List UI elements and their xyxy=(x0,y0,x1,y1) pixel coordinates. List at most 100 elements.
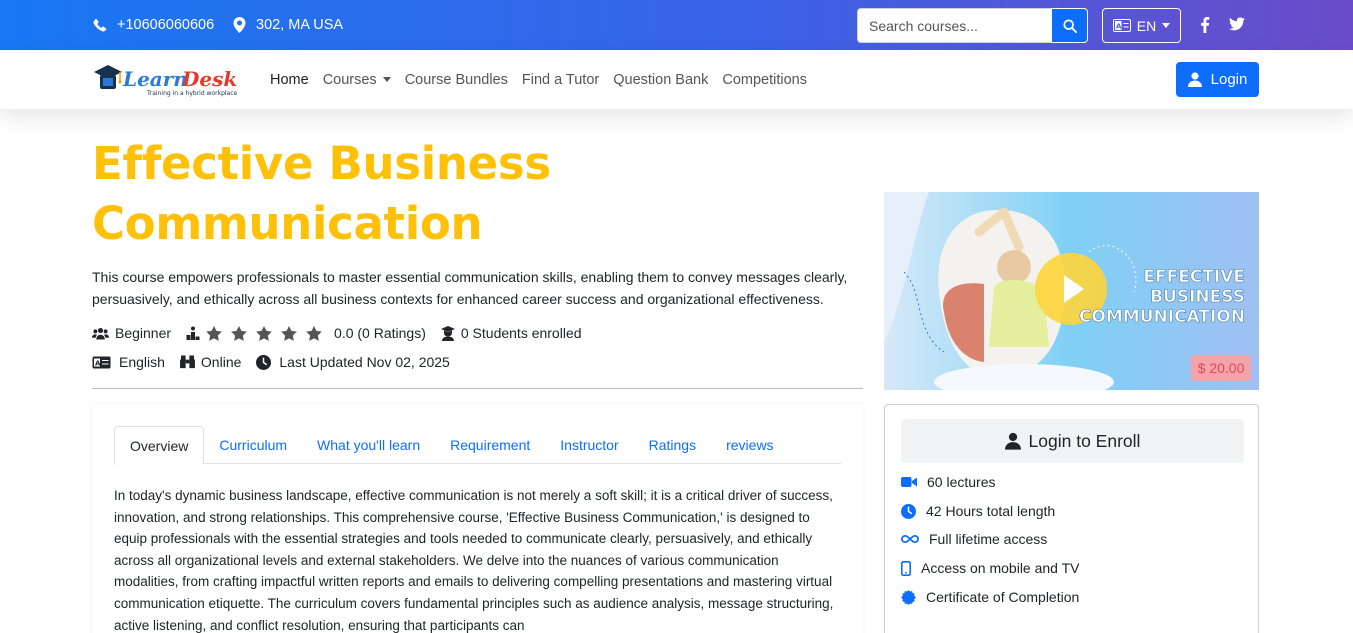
clock-icon xyxy=(256,354,272,370)
tab-requirement[interactable]: Requirement xyxy=(435,426,545,464)
svg-text:Training in a hybrid workplace: Training in a hybrid workplace xyxy=(146,90,238,97)
rating-text: 0.0 (0 Ratings) xyxy=(334,325,426,341)
feature-access: Full lifetime access xyxy=(901,531,1047,547)
facebook-link[interactable] xyxy=(1200,17,1210,38)
price-badge: $ 20.00 xyxy=(1198,360,1245,376)
phone-icon xyxy=(93,18,107,31)
login-label: Login xyxy=(1210,71,1248,88)
star-icon xyxy=(281,325,297,341)
id-card-icon: A xyxy=(92,356,111,368)
nav-competitions-label: Competitions xyxy=(722,71,807,88)
thumbnail-text-1: EFFECTIVE xyxy=(1143,267,1245,287)
mobile-icon xyxy=(901,560,911,576)
star-icon xyxy=(231,325,247,341)
rating-info: 0.0 (0 Ratings) xyxy=(186,325,426,341)
feature-certificate-text: Certificate of Completion xyxy=(926,589,1080,605)
feature-mobile-text: Access on mobile and TV xyxy=(921,560,1080,576)
location-icon xyxy=(233,17,246,33)
language-selector[interactable]: A EN xyxy=(1102,8,1181,43)
language-text: English xyxy=(119,354,165,370)
nav-question-bank-label: Question Bank xyxy=(613,71,709,88)
course-tabs: Overview Curriculum What you'll learn Re… xyxy=(114,426,841,465)
binoculars-icon xyxy=(179,355,195,369)
students-info: 0 Students enrolled xyxy=(440,325,582,341)
updated-info: Last Updated Nov 02, 2025 xyxy=(256,354,450,370)
nav-courses-label: Courses xyxy=(322,71,377,88)
user-icon xyxy=(1187,72,1202,87)
level-text: Beginner xyxy=(115,325,172,341)
twitter-icon xyxy=(1229,17,1245,31)
address-contact: 302, MA USA xyxy=(233,0,343,50)
language-icon: A xyxy=(1112,19,1131,32)
course-meta-row-1: Beginner 0.0 (0 Ratings) 0 Students enro… xyxy=(92,325,597,341)
star-icon xyxy=(306,325,322,341)
top-bar: +10606060606 302, MA USA A EN xyxy=(0,0,1353,50)
infinity-icon xyxy=(901,534,919,544)
mode-text: Online xyxy=(200,354,242,370)
nav-course-bundles-label: Course Bundles xyxy=(404,71,508,88)
nav-course-bundles[interactable]: Course Bundles xyxy=(405,72,508,88)
nav-competitions[interactable]: Competitions xyxy=(722,72,807,88)
course-thumbnail[interactable]: EFFECTIVE BUSINESS COMMUNICATION $ 20.00 xyxy=(884,192,1259,390)
video-icon xyxy=(901,477,917,487)
users-icon xyxy=(92,327,109,339)
login-button[interactable]: Login xyxy=(1176,62,1259,97)
tab-ratings[interactable]: Ratings xyxy=(634,426,711,464)
course-title-line2: Communication xyxy=(92,197,483,250)
tab-curriculum[interactable]: Curriculum xyxy=(204,426,302,464)
phone-number: +10606060606 xyxy=(117,17,215,33)
chevron-down-icon xyxy=(1162,23,1171,28)
students-text: 0 Students enrolled xyxy=(460,325,582,341)
last-updated-text: Last Updated Nov 02, 2025 xyxy=(279,354,450,370)
enroll-card: Login to Enroll 60 lectures 42 Hours tot… xyxy=(884,404,1259,633)
svg-text:A: A xyxy=(1116,22,1122,30)
course-description: This course empowers professionals to ma… xyxy=(92,269,848,307)
tab-what-youll-learn[interactable]: What you'll learn xyxy=(302,426,435,464)
svg-text:Learn: Learn xyxy=(122,67,188,91)
search-button[interactable] xyxy=(1051,8,1088,43)
nav-courses[interactable]: Courses xyxy=(323,72,391,88)
feature-lectures: 60 lectures xyxy=(901,474,995,490)
mode-info: Online xyxy=(179,354,242,370)
certificate-icon xyxy=(901,589,916,605)
login-to-enroll-button[interactable]: Login to Enroll xyxy=(901,419,1244,463)
course-title: Effective Business Communication xyxy=(92,134,652,254)
clock-icon xyxy=(901,503,916,519)
feature-lectures-text: 60 lectures xyxy=(927,474,996,490)
search-form xyxy=(857,8,1088,43)
twitter-link[interactable] xyxy=(1229,17,1245,36)
feature-mobile: Access on mobile and TV xyxy=(901,560,1080,576)
divider xyxy=(92,388,863,389)
star-icon xyxy=(206,325,222,341)
enroll-label: Login to Enroll xyxy=(1028,430,1141,451)
phone-contact[interactable]: +10606060606 xyxy=(92,0,214,50)
language-info: A English xyxy=(92,354,165,370)
main-navbar: Learn Desk Training in a hybrid workplac… xyxy=(0,50,1353,109)
facebook-icon xyxy=(1201,17,1210,33)
star-rating xyxy=(206,325,328,341)
feature-certificate: Certificate of Completion xyxy=(901,589,1079,605)
feature-length-text: 42 Hours total length xyxy=(926,503,1056,519)
nav-question-bank[interactable]: Question Bank xyxy=(613,72,708,88)
feature-length: 42 Hours total length xyxy=(901,503,1055,519)
course-title-line1: Effective Business xyxy=(92,137,551,190)
nav-find-tutor[interactable]: Find a Tutor xyxy=(522,72,599,88)
nav-home-label: Home xyxy=(270,71,309,88)
chevron-down-icon xyxy=(382,77,391,82)
language-label: EN xyxy=(1136,17,1157,34)
tab-overview[interactable]: Overview xyxy=(114,426,205,465)
nav-home[interactable]: Home xyxy=(270,72,309,88)
user-icon xyxy=(1004,432,1021,450)
address-text: 302, MA USA xyxy=(256,17,344,33)
search-input[interactable] xyxy=(857,8,1051,43)
course-meta-row-2: A English Online Last Updated Nov 02, 20… xyxy=(92,354,465,370)
nav-find-tutor-label: Find a Tutor xyxy=(521,71,600,88)
thumbnail-text-3: COMMUNICATION xyxy=(1079,307,1245,327)
star-icon xyxy=(256,325,272,341)
learndesk-logo[interactable]: Learn Desk Training in a hybrid workplac… xyxy=(92,62,247,98)
level-info: Beginner xyxy=(92,325,171,341)
svg-text:A: A xyxy=(95,359,101,367)
svg-text:Desk: Desk xyxy=(181,67,237,91)
tab-instructor[interactable]: Instructor xyxy=(545,426,633,464)
tab-reviews[interactable]: reviews xyxy=(711,426,788,464)
